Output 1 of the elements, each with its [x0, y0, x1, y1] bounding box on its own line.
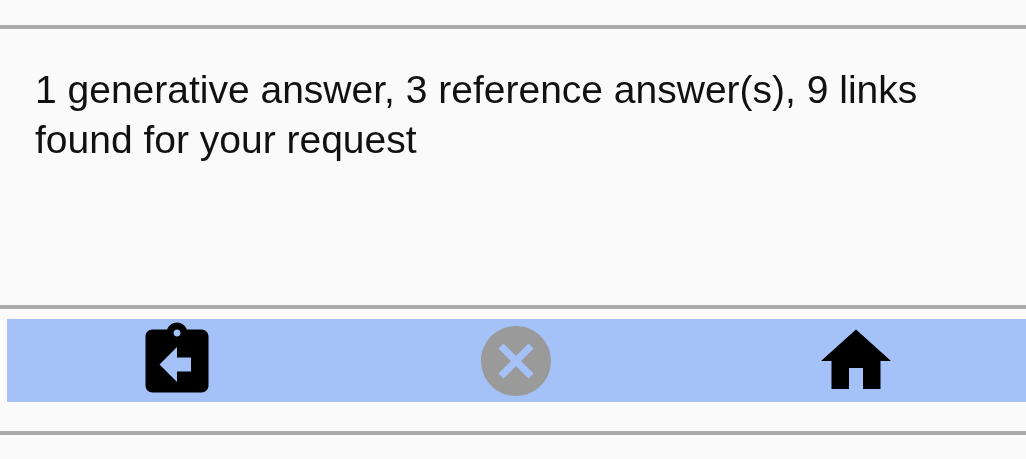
result-message: 1 generative answer, 3 reference answer(s), 9 links found for your request	[34, 67, 919, 163]
